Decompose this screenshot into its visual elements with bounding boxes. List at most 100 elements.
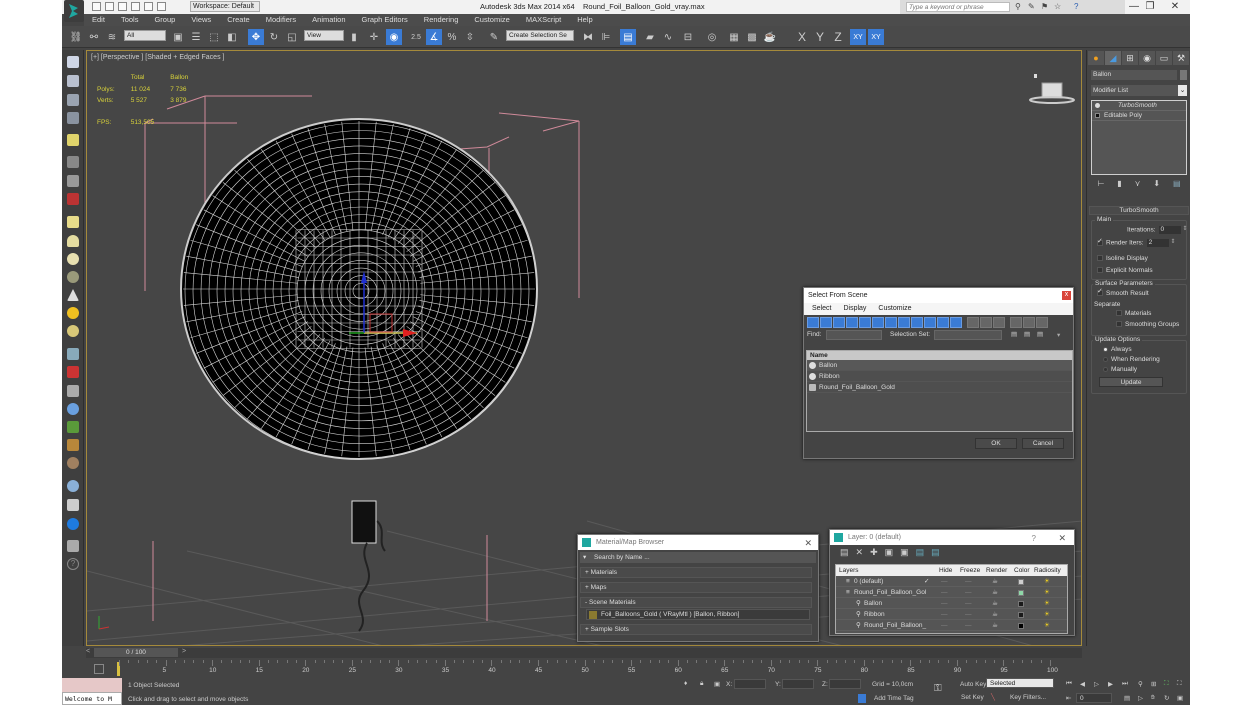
key-mode-toggle-icon[interactable]: ⇤	[1066, 694, 1071, 702]
material-editor-icon[interactable]: ◎	[704, 29, 720, 45]
hide-all-icon[interactable]: ▤	[916, 547, 925, 558]
angle-snap-icon[interactable]: ∡	[426, 29, 442, 45]
layer-name[interactable]: Round_Foil_Balloon_	[864, 620, 926, 631]
layer-color-swatch[interactable]	[1018, 612, 1024, 618]
select-and-move-icon[interactable]: ✥	[248, 29, 264, 45]
lock-selection-icon[interactable]: 🔒︎	[700, 680, 703, 688]
x-coordinate-field[interactable]	[734, 679, 766, 689]
foliage-icon[interactable]	[67, 421, 79, 433]
xrefs-filter-icon[interactable]	[898, 316, 910, 328]
iterations-spinner[interactable]: 0	[1158, 225, 1188, 234]
shapes-filter-icon[interactable]	[820, 316, 832, 328]
dialog-title-bar[interactable]: Layer: 0 (default)? ✕	[830, 530, 1074, 545]
new-file-icon[interactable]	[92, 2, 101, 11]
mini-curve-editor-icon[interactable]	[94, 664, 104, 674]
field-of-view-icon[interactable]: ▷	[1138, 694, 1143, 702]
column-layers[interactable]: Layers	[839, 565, 859, 576]
update-button[interactable]: Update	[1099, 377, 1163, 387]
smoothing-groups-checkbox[interactable]	[1116, 321, 1122, 328]
delete-layer-icon[interactable]: ✕	[856, 547, 864, 558]
constrain-xy-button[interactable]: XY	[850, 29, 866, 45]
particles-icon[interactable]	[67, 348, 79, 360]
stack-item-editable-poly[interactable]: Editable Poly	[1092, 111, 1186, 121]
pan-view-icon[interactable]: ✋︎	[1151, 694, 1155, 702]
column-hide[interactable]: Hide	[939, 565, 952, 576]
file-icon[interactable]	[67, 540, 79, 552]
layer-row[interactable]: ⚲ Ribbon — — ☕︎ ☀︎	[836, 609, 1067, 620]
render-iters-checkbox[interactable]	[1097, 237, 1103, 246]
remove-from-set-icon[interactable]: ▤	[1037, 330, 1043, 338]
display-all-icon[interactable]	[967, 316, 979, 328]
update-rendering-radio[interactable]	[1103, 356, 1108, 362]
radiosity-icon[interactable]: ☀︎	[1044, 576, 1050, 587]
align-icon[interactable]: ⊫	[598, 29, 614, 45]
toggle-icon[interactable]	[67, 518, 79, 530]
search-by-name-input[interactable]: ▾ Search by Name ...	[580, 552, 816, 563]
menu-tools[interactable]: Tools	[113, 14, 147, 26]
curve-editor-icon[interactable]: ∿	[660, 29, 676, 45]
snaps-toggle-icon[interactable]: 2.5	[408, 29, 424, 45]
dome-icon[interactable]	[67, 235, 79, 247]
maxscript-listener-output[interactable]	[62, 678, 122, 692]
column-freeze[interactable]: Freeze	[960, 565, 980, 576]
object-color-swatch[interactable]	[1180, 70, 1187, 80]
hide-toggle[interactable]: —	[941, 609, 948, 620]
unlink-icon[interactable]: ⚯	[86, 29, 102, 45]
time-config-icon[interactable]: ▤	[1124, 694, 1130, 702]
spinner-snap-icon[interactable]: ⇳	[462, 29, 478, 45]
highlight-layer-icon[interactable]: ▣	[900, 547, 909, 558]
select-in-layer-icon[interactable]: ▣	[885, 547, 894, 558]
menu-display[interactable]: Display	[843, 303, 866, 315]
menu-customize[interactable]: Customize	[466, 14, 517, 26]
layer-row[interactable]: ≡ 0 (default) ✓ — — ☕︎ ☀︎	[836, 576, 1067, 587]
keyword-search-input[interactable]	[906, 2, 1010, 12]
layer-manager-icon[interactable]: ▰	[642, 29, 658, 45]
isolate-icon[interactable]: ♦	[684, 680, 687, 687]
wrench-icon[interactable]: ✎	[1028, 2, 1035, 11]
maximize-viewport-icon[interactable]: ▣	[1177, 694, 1183, 702]
reference-coordinate-dropdown[interactable]: View	[304, 30, 344, 41]
menu-customize[interactable]: Customize	[878, 303, 911, 315]
find-input[interactable]	[826, 330, 882, 340]
frozen-filter-icon[interactable]	[937, 316, 949, 328]
undo-icon[interactable]	[131, 2, 140, 11]
orbit-icon[interactable]: ↻	[1164, 694, 1169, 702]
go-to-end-icon[interactable]: ⏭	[1122, 680, 1128, 688]
dialog-title-bar[interactable]: Select From Scene x	[804, 288, 1073, 303]
menu-graph-editors[interactable]: Graph Editors	[354, 14, 416, 26]
z-coordinate-field[interactable]	[829, 679, 861, 689]
display-tab-icon[interactable]: ▭	[1156, 51, 1172, 65]
motion-tab-icon[interactable]: ◉	[1139, 51, 1155, 65]
select-and-scale-icon[interactable]: ◱	[284, 29, 300, 45]
layer-row[interactable]: ⚲ Round_Foil_Balloon_ — — ☕︎ ☀︎	[836, 620, 1067, 631]
minimize-button[interactable]: —	[1127, 1, 1141, 12]
key-mode-dropdown[interactable]: Selected	[986, 678, 1054, 688]
hide-toggle[interactable]: —	[941, 576, 948, 587]
materials-checkbox[interactable]	[1116, 310, 1122, 317]
hide-toggle[interactable]: —	[941, 598, 948, 609]
scene-material-item[interactable]: Foil_Balloons_Gold ( VRayMtl ) [Ballon, …	[586, 609, 810, 620]
chevron-down-icon[interactable]: ⌄	[1178, 85, 1187, 96]
freeze-all-icon[interactable]: ▤	[931, 547, 940, 558]
zoom-icon[interactable]: ⚲	[1138, 680, 1143, 688]
time-slider[interactable]: 0 / 100	[94, 648, 178, 657]
menu-maxscript[interactable]: MAXScript	[518, 14, 569, 26]
menu-create[interactable]: Create	[219, 14, 258, 26]
sun-icon[interactable]	[67, 307, 79, 319]
list-item[interactable]: Ballon	[807, 360, 1072, 371]
make-unique-icon[interactable]: ⋎	[1135, 179, 1141, 191]
layer-name[interactable]: Ballon	[864, 598, 882, 609]
help-button[interactable]: ?	[1032, 531, 1036, 546]
constrain-z-button[interactable]: Z	[830, 29, 846, 45]
add-to-layer-icon[interactable]: ✚	[870, 547, 878, 558]
render-teapot-icon[interactable]: ☕︎	[992, 609, 998, 620]
timeline[interactable]: 5 10 15 20 25 30 35 40 45 50 55 60 65 70 75 80 85 90 95 100	[62, 660, 1190, 678]
expand-box-icon[interactable]	[1095, 113, 1100, 118]
hidden-filter-icon[interactable]	[950, 316, 962, 328]
menu-views[interactable]: Views	[183, 14, 219, 26]
set-key-button[interactable]: Set Key	[961, 694, 984, 701]
proxy-icon[interactable]	[67, 499, 79, 511]
list-item[interactable]: Round_Foil_Balloon_Gold	[807, 382, 1072, 393]
pin-stack-icon[interactable]: ⊢	[1097, 179, 1104, 191]
select-by-name-icon[interactable]: ☰	[188, 29, 204, 45]
